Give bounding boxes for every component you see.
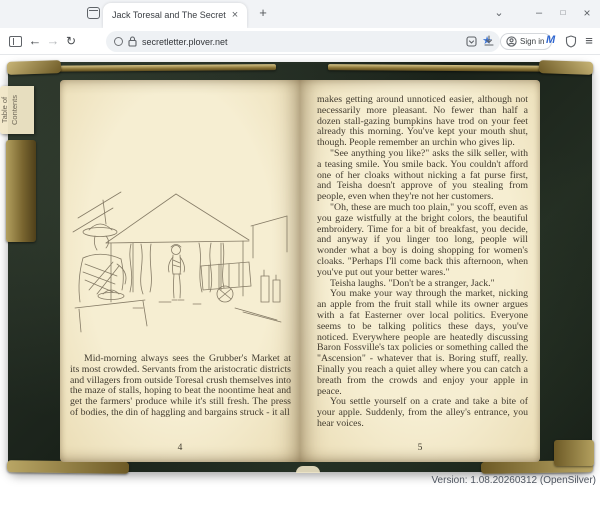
brass-corner — [7, 460, 129, 474]
vertical-tabs-icon[interactable] — [9, 36, 22, 47]
table-of-contents-label: Table of Contents — [0, 86, 34, 134]
sign-in-label: Sign in — [520, 37, 544, 46]
left-page-paragraph: Mid-morning always sees the Grubber's Ma… — [70, 354, 291, 419]
brass-trim — [328, 64, 568, 72]
person-icon — [506, 36, 517, 47]
new-tab-button[interactable]: + — [255, 5, 271, 21]
browser-window: Jack Toresal and The Secret Letter × + ⌄… — [0, 0, 600, 517]
browser-toolbar: ← → ↻ secretletter.plover.net ★ — [0, 28, 600, 55]
right-page-number: 5 — [300, 443, 540, 453]
brass-corner — [7, 60, 61, 75]
address-bar[interactable]: secretletter.plover.net ★ — [106, 31, 500, 52]
menu-icon[interactable]: ≡ — [581, 28, 597, 54]
book-cover: Mid-morning always sees the Grubber's Ma… — [8, 62, 592, 472]
brass-clasp — [6, 140, 36, 242]
version-text: Version: 1.08.20260312 (OpenSilver) — [431, 475, 596, 486]
maximize-button[interactable]: □ — [554, 4, 572, 22]
tab-actions-icon[interactable] — [87, 7, 100, 19]
left-page-number: 4 — [60, 443, 300, 453]
shield-icon[interactable] — [565, 35, 577, 48]
extension-m-icon[interactable]: M — [546, 34, 555, 46]
page-content: Mid-morning always sees the Grubber's Ma… — [0, 55, 600, 517]
browser-tab[interactable]: Jack Toresal and The Secret Letter × — [103, 3, 247, 28]
downloads-icon[interactable] — [483, 35, 495, 47]
chevron-down-icon[interactable]: ⌄ — [490, 4, 508, 22]
tab-close-icon[interactable]: × — [228, 8, 242, 22]
brass-corner — [539, 60, 593, 75]
tab-bar: Jack Toresal and The Secret Letter × + ⌄… — [0, 0, 600, 28]
minimize-button[interactable]: – — [530, 4, 548, 22]
paragraph: "See anything you like?" asks the silk s… — [317, 149, 528, 203]
tab-title: Jack Toresal and The Secret Letter — [112, 3, 229, 28]
book-page-right[interactable]: makes getting around unnoticed easier, a… — [300, 80, 540, 462]
brass-trim — [554, 440, 594, 466]
paragraph: "Oh, these are much too plain," you scof… — [317, 203, 528, 279]
page-actions-icon[interactable] — [466, 36, 477, 47]
site-info-icon[interactable] — [114, 37, 123, 46]
back-button[interactable]: ← — [27, 28, 43, 54]
paragraph: You make your way through the market, ni… — [317, 289, 528, 397]
market-illustration — [72, 180, 292, 348]
paragraph: makes getting around unnoticed easier, a… — [317, 95, 528, 149]
url-text[interactable]: secretletter.plover.net — [142, 37, 461, 47]
spine-notch — [296, 466, 320, 473]
book-page-left[interactable]: Mid-morning always sees the Grubber's Ma… — [60, 80, 300, 462]
close-window-button[interactable]: × — [578, 4, 596, 22]
brass-trim — [26, 64, 276, 72]
refresh-button[interactable]: ↻ — [63, 28, 79, 54]
paragraph: You settle yourself on a crate and take … — [317, 397, 528, 429]
right-page-text: makes getting around unnoticed easier, a… — [317, 95, 528, 430]
lock-icon — [128, 36, 137, 47]
forward-button: → — [45, 28, 61, 54]
table-of-contents-tab[interactable]: Table of Contents — [0, 86, 34, 134]
sign-in-button[interactable]: Sign in — [500, 33, 552, 50]
